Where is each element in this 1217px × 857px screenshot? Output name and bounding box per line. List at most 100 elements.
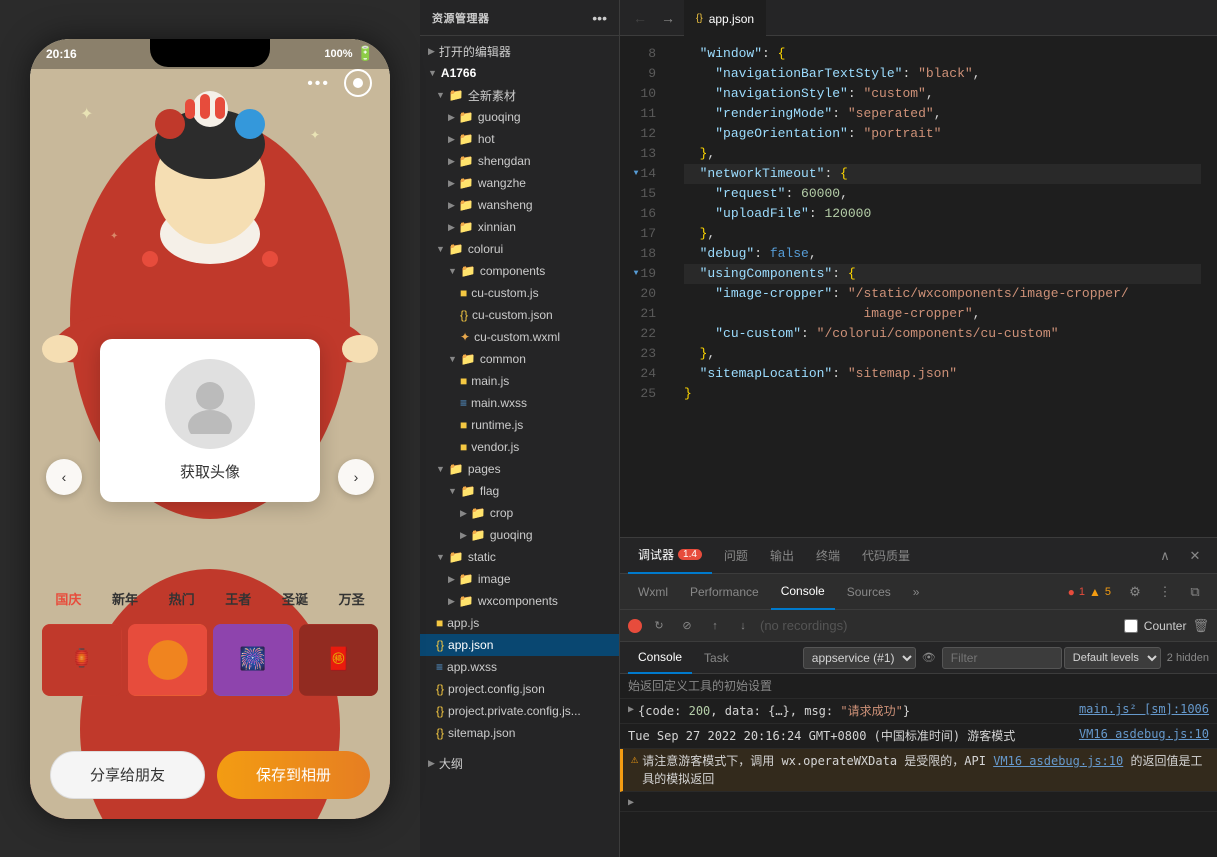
file-cu-custom-wxml[interactable]: ✦ cu-custom.wxml (420, 326, 619, 348)
code-line-22: "cu-custom": "/colorui/components/cu-cus… (684, 324, 1201, 344)
devtab-quality[interactable]: 代码质量 (852, 538, 920, 574)
file-main-wxss[interactable]: ≡ main.wxss (420, 392, 619, 414)
devtools-collapse-btn[interactable]: ∧ (1151, 542, 1179, 570)
tab-app-json[interactable]: {} app.json (684, 0, 766, 36)
console-msg-1: ▶ {code: 200, data: {…}, msg: "请求成功"} ma… (620, 699, 1217, 724)
folder-wangzhe[interactable]: ▶ 📁 wangzhe (420, 172, 619, 194)
file-app-wxss[interactable]: ≡ app.wxss (420, 656, 619, 678)
nav-back-button[interactable]: ← (628, 6, 652, 30)
file-project-private[interactable]: {} project.private.config.js... (420, 700, 619, 722)
folder-common[interactable]: ▼ 📁 common (420, 348, 619, 370)
warn-icon-msg3: ⚠ (631, 752, 638, 766)
tab-hot[interactable]: 热门 (169, 589, 195, 608)
msg-3-link[interactable]: VM16 asdebug.js:10 (993, 754, 1123, 768)
outline-section[interactable]: ▶ 大纲 (420, 752, 619, 774)
inner-tab-wxml[interactable]: Wxml (628, 574, 678, 610)
thumb-1[interactable]: 🏮 (42, 624, 122, 696)
open-editors-section[interactable]: ▶ 打开的编辑器 (420, 40, 619, 62)
more-actions-icon[interactable]: ••• (592, 10, 607, 26)
log-level-select[interactable]: Default levels Verbose Info Warnings Err… (1064, 647, 1161, 669)
code-line-13: }, (684, 144, 1201, 164)
devtools-close-btn[interactable]: ✕ (1181, 542, 1209, 570)
project-root[interactable]: ▼ A1766 (420, 62, 619, 84)
folder-pages-guoqing[interactable]: ▶ 📁 guoqing (420, 524, 619, 546)
svg-text:🎆: 🎆 (239, 645, 266, 670)
expand-btn-1[interactable]: ▶ (628, 704, 634, 715)
refresh-button[interactable]: ↻ (648, 615, 670, 637)
console-more-btn[interactable]: ⋮ (1151, 578, 1179, 606)
nav-prev-button[interactable]: ‹ (46, 459, 82, 495)
folder-pages[interactable]: ▼ 📁 pages (420, 458, 619, 480)
share-button[interactable]: 分享给朋友 (50, 751, 205, 799)
expand-btn-bottom[interactable]: ▶ (628, 797, 634, 808)
upload-button[interactable]: ↑ (704, 615, 726, 637)
folder-wxcomponents[interactable]: ▶ 📁 wxcomponents (420, 590, 619, 612)
thumb-4[interactable]: 🧧 (299, 624, 379, 696)
console-settings-btn[interactable]: ⚙ (1121, 578, 1149, 606)
nav-forward-button[interactable]: → (656, 6, 680, 30)
folder-colorui[interactable]: ▼ 📁 colorui (420, 238, 619, 260)
phone-panel: ✦ ✦ ✦ 20:16 100% 🔋 ••• (0, 0, 420, 857)
nav-next-button[interactable]: › (338, 459, 374, 495)
eye-button[interactable]: 👁 (918, 647, 940, 669)
error-warn-badges: ● 1 ▲ 5 (1068, 585, 1111, 599)
tab-shengdan[interactable]: 圣诞 (282, 589, 308, 608)
bottom-tab-task[interactable]: Task (694, 642, 739, 674)
folder-hot[interactable]: ▶ 📁 hot (420, 128, 619, 150)
inner-tab-sources[interactable]: Sources (837, 574, 901, 610)
folder-guoqing[interactable]: ▶ 📁 guoqing (420, 106, 619, 128)
file-cu-custom-js[interactable]: ■ cu-custom.js (420, 282, 619, 304)
file-vendor-js[interactable]: ■ vendor.js (420, 436, 619, 458)
folder-xinsu[interactable]: ▼ 📁 全新素材 (420, 84, 619, 106)
overflow-menu[interactable]: ••• (307, 75, 330, 93)
thumb-2[interactable] (128, 624, 208, 696)
inner-tab-more[interactable]: » (903, 574, 930, 610)
file-cu-custom-json[interactable]: {} cu-custom.json (420, 304, 619, 326)
devtab-issues[interactable]: 问题 (714, 538, 758, 574)
trash-button[interactable]: 🗑 (1192, 618, 1209, 634)
file-project-config[interactable]: {} project.config.json (420, 678, 619, 700)
tab-guoqing[interactable]: 国庆 (55, 589, 81, 608)
bottom-tab-console[interactable]: Console (628, 642, 692, 674)
folder-xinnian[interactable]: ▶ 📁 xinnian (420, 216, 619, 238)
filter-input[interactable] (942, 647, 1062, 669)
devtab-debugger[interactable]: 调试器 1.4 (628, 538, 712, 574)
avatar-placeholder (165, 359, 255, 449)
tab-xinnian[interactable]: 新年 (112, 589, 138, 608)
clear-button[interactable]: ⊘ (676, 615, 698, 637)
file-main-js[interactable]: ■ main.js (420, 370, 619, 392)
inner-tab-performance[interactable]: Performance (680, 574, 769, 610)
code-line-25: } (684, 384, 1201, 404)
debugger-badge: 1.4 (678, 549, 702, 560)
folder-shengdan[interactable]: ▶ 📁 shengdan (420, 150, 619, 172)
tab-wansheng[interactable]: 万圣 (339, 589, 365, 608)
file-sitemap[interactable]: {} sitemap.json (420, 722, 619, 744)
folder-image[interactable]: ▶ 📁 image (420, 568, 619, 590)
file-app-js[interactable]: ■ app.js (420, 612, 619, 634)
folder-wansheng[interactable]: ▶ 📁 wansheng (420, 194, 619, 216)
folder-components[interactable]: ▼ 📁 components (420, 260, 619, 282)
file-app-json[interactable]: {} app.json (420, 634, 619, 656)
inner-tab-console[interactable]: Console (771, 574, 835, 610)
msg-2-link[interactable]: VM16 asdebug.js:10 (1079, 727, 1209, 741)
record-dot (353, 78, 363, 88)
console-detach-btn[interactable]: ⧉ (1181, 578, 1209, 606)
battery-icon: 🔋 (357, 45, 374, 62)
thumb-3[interactable]: 🎆 (213, 624, 293, 696)
stop-button[interactable] (628, 619, 642, 633)
tab-wangzhe[interactable]: 王者 (225, 589, 251, 608)
svg-text:✦: ✦ (110, 231, 118, 242)
file-runtime-js[interactable]: ■ runtime.js (420, 414, 619, 436)
folder-flag[interactable]: ▼ 📁 flag (420, 480, 619, 502)
devtab-output[interactable]: 输出 (760, 538, 804, 574)
counter-checkbox[interactable] (1124, 619, 1138, 633)
devtab-terminal[interactable]: 终端 (806, 538, 850, 574)
app-service-selector[interactable]: appservice (#1) (803, 647, 916, 669)
folder-static[interactable]: ▼ 📁 static (420, 546, 619, 568)
msg-1-link[interactable]: main.js² [sm]:1006 (1079, 702, 1209, 716)
save-button[interactable]: 保存到相册 (217, 751, 370, 799)
download-button[interactable]: ↓ (732, 615, 754, 637)
folder-crop[interactable]: ▶ 📁 crop (420, 502, 619, 524)
bottom-tab-bar: Console Task appservice (#1) 👁 Default l… (620, 642, 1217, 674)
record-button[interactable] (344, 69, 372, 97)
